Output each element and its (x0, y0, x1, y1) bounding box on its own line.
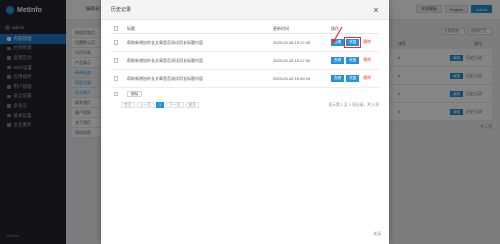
page-first[interactable]: 首页 (121, 102, 135, 108)
delete-link[interactable]: 删除 (363, 76, 371, 81)
history-modal: 历史记录 × 标题 更新时间 操作 帮助新增加的长文章是否测试用长标题内容 202… (101, 0, 389, 244)
row-time: 2023-03-28 15:17:33 (273, 58, 311, 63)
row-time: 2023-03-28 15:49:16 (273, 76, 311, 81)
row-checkbox[interactable] (113, 58, 119, 63)
row-checkbox[interactable] (113, 76, 119, 81)
view-button[interactable]: 查看 (331, 39, 345, 46)
row-actions: 查看 恢复 删除 (323, 75, 379, 82)
page-last[interactable]: 尾页 (185, 102, 200, 108)
row-checkbox-cell (111, 76, 121, 81)
restore-button[interactable]: 恢复 (344, 37, 362, 48)
row-title: 帮助新增加的长文章是否测试用长标题内容 (127, 75, 203, 81)
close-button[interactable]: 关闭 (373, 231, 381, 237)
select-all-checkbox[interactable] (113, 26, 119, 31)
table-row: 帮助新增加的长文章是否测试用长标题内容 2023-03-28 15:17:33 查看… (111, 52, 379, 70)
row-title: 帮助新增加的长文章是否测试用长标题内容 (127, 39, 203, 45)
row-checkbox-cell (111, 58, 121, 63)
page-current[interactable]: 1 (155, 102, 165, 108)
row-title: 帮助新增加的长文章是否测试用长标题内容 (127, 57, 203, 63)
restore-button[interactable]: 恢复 (346, 57, 360, 64)
page-prev[interactable]: 上一页 (136, 102, 154, 108)
history-table: 标题 更新时间 操作 帮助新增加的长文章是否测试用长标题内容 2023-03-28… (111, 24, 379, 100)
restore-button[interactable]: 恢复 (346, 75, 360, 82)
pagination-info: 显示第 1 至 3 项记录，共 3 项 (328, 102, 379, 107)
view-button[interactable]: 查看 (331, 75, 345, 82)
bulk-select-checkbox[interactable] (113, 91, 119, 97)
delete-link[interactable]: 删除 (363, 58, 371, 63)
table-row: 帮助新增加的长文章是否测试用长标题内容 2023-03-28 15:17:42 查看… (111, 34, 379, 52)
history-rows: 帮助新增加的长文章是否测试用长标题内容 2023-03-28 15:17:42 查看… (111, 34, 379, 88)
col-time: 更新时间 (273, 25, 289, 31)
table-row: 帮助新增加的长文章是否测试用长标题内容 2023-03-28 15:49:16 查看… (111, 70, 379, 88)
page-next[interactable]: 下一页 (166, 102, 184, 108)
table-header: 标题 更新时间 操作 (111, 24, 379, 34)
col-ops: 操作 (331, 25, 339, 31)
bulk-actions: 删除 (111, 88, 379, 100)
bulk-delete-button[interactable]: 删除 (127, 90, 143, 98)
close-icon[interactable]: × (371, 5, 381, 15)
col-title: 标题 (127, 25, 135, 31)
row-actions: 查看 恢复 删除 (323, 57, 379, 64)
pagination: 首页 上一页 1 下一页 尾页 显示第 1 至 3 项记录，共 3 项 (121, 102, 379, 108)
modal-header: 历史记录 × (101, 0, 389, 20)
modal-title: 历史记录 (111, 7, 132, 13)
row-time: 2023-03-28 15:17:42 (273, 40, 311, 45)
row-checkbox[interactable] (113, 40, 119, 45)
delete-link[interactable]: 删除 (363, 40, 371, 45)
row-checkbox-cell (111, 40, 121, 45)
row-actions: 查看 恢复 删除 (323, 37, 379, 48)
view-button[interactable]: 查看 (331, 57, 345, 64)
